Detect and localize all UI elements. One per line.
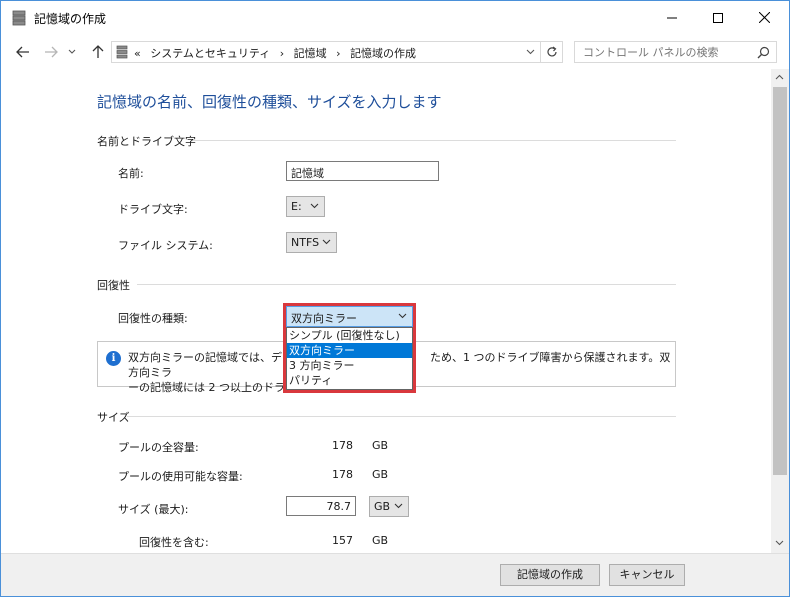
- navigation-bar: « システムとセキュリティ › 記憶域 › 記憶域の作成: [1, 36, 789, 68]
- storage-spaces-icon: [12, 10, 26, 26]
- chevron-down-icon: [322, 239, 331, 245]
- chevron-down-icon: [394, 503, 403, 509]
- recent-locations-button[interactable]: [65, 42, 79, 62]
- breadcrumb-separator[interactable]: ›: [280, 47, 284, 60]
- resiliency-type-options: シンプル (回復性なし) 双方向ミラー 3 方向ミラー パリティ: [286, 327, 413, 390]
- pool-available-label: プールの使用可能な容量:: [118, 470, 243, 483]
- pool-available-value: 178: [332, 468, 353, 481]
- vertical-scrollbar[interactable]: [771, 69, 789, 553]
- maximize-icon: [713, 12, 723, 23]
- scroll-down-icon[interactable]: [775, 540, 784, 546]
- minimize-icon: [667, 17, 677, 18]
- title-bar: 記憶域の作成: [1, 1, 789, 34]
- pool-total-unit: GB: [372, 439, 389, 452]
- close-icon: [758, 12, 770, 23]
- name-field[interactable]: 記憶域: [286, 161, 439, 181]
- size-unit-select[interactable]: GB: [369, 496, 409, 517]
- breadcrumb-item-system-security[interactable]: システムとセキュリティ: [150, 47, 270, 60]
- breadcrumb-item-storage-spaces[interactable]: 記憶域: [294, 47, 327, 60]
- file-system-label: ファイル システム:: [118, 239, 213, 252]
- forward-button[interactable]: [41, 42, 61, 62]
- pool-total-label: プールの全容量:: [118, 441, 199, 454]
- breadcrumb-overflow[interactable]: «: [134, 47, 141, 60]
- up-arrow-icon: [92, 45, 104, 58]
- file-system-select[interactable]: NTFS: [286, 232, 337, 253]
- option-parity[interactable]: パリティ: [287, 373, 412, 388]
- chevron-down-icon: [398, 313, 407, 319]
- chevron-down-icon[interactable]: [526, 49, 535, 55]
- drive-letter-select[interactable]: E:: [286, 196, 325, 217]
- resiliency-type-label: 回復性の種類:: [118, 312, 188, 325]
- maximize-button[interactable]: [695, 1, 741, 34]
- section-title-size: サイズ: [97, 411, 130, 424]
- back-button[interactable]: [13, 42, 33, 62]
- create-storage-button[interactable]: 記憶域の作成: [500, 564, 600, 586]
- breadcrumb-item-create-storage[interactable]: 記憶域の作成: [350, 47, 416, 60]
- chevron-down-icon: [68, 49, 76, 54]
- including-resiliency-unit: GB: [372, 534, 389, 547]
- including-resiliency-value: 157: [332, 534, 353, 547]
- chevron-down-icon: [310, 203, 319, 209]
- info-line-1: 双方向ミラーの記憶域では、データ: [128, 351, 304, 364]
- scroll-up-icon[interactable]: [775, 74, 784, 80]
- section-divider: [193, 140, 676, 141]
- info-icon: i: [106, 351, 121, 366]
- refresh-icon: [546, 46, 557, 57]
- pool-total-value: 178: [332, 439, 353, 452]
- close-button[interactable]: [741, 1, 787, 34]
- create-storage-space-window: 記憶域の作成 « システムとセキュリティ › 記憶域 › 記憶域の作成 コントロ…: [0, 0, 790, 597]
- search-icon[interactable]: [757, 46, 770, 59]
- resiliency-type-select[interactable]: 双方向ミラー: [286, 306, 413, 327]
- up-button[interactable]: [88, 42, 108, 62]
- refresh-button[interactable]: [541, 41, 563, 63]
- search-input[interactable]: [575, 42, 745, 62]
- cancel-button[interactable]: キャンセル: [609, 564, 685, 586]
- drive-letter-value: E:: [291, 200, 302, 213]
- including-resiliency-label: 回復性を含む:: [139, 536, 209, 549]
- section-divider: [137, 284, 676, 285]
- pool-available-unit: GB: [372, 468, 389, 481]
- section-title-name-drive: 名前とドライブ文字: [97, 135, 196, 148]
- file-system-value: NTFS: [291, 236, 320, 249]
- back-arrow-icon: [16, 46, 29, 58]
- breadcrumb: « システムとセキュリティ › 記憶域 › 記憶域の作成: [134, 45, 422, 61]
- footer-bar: 記憶域の作成 キャンセル: [1, 553, 789, 596]
- info-line-2: ーの記憶域には 2 つ以上のドライブ: [128, 381, 307, 394]
- minimize-button[interactable]: [649, 1, 695, 34]
- max-size-label: サイズ (最大):: [118, 503, 189, 516]
- name-label: 名前:: [118, 167, 144, 180]
- option-two-way-mirror[interactable]: 双方向ミラー: [287, 343, 412, 358]
- window-title: 記憶域の作成: [34, 12, 107, 26]
- section-divider: [127, 416, 676, 417]
- scroll-thumb[interactable]: [773, 87, 787, 475]
- search-box: [574, 41, 777, 63]
- drive-letter-label: ドライブ文字:: [118, 203, 188, 216]
- option-simple[interactable]: シンプル (回復性なし): [287, 328, 412, 343]
- breadcrumb-separator[interactable]: ›: [336, 47, 340, 60]
- page-title: 記憶域の名前、回復性の種類、サイズを入力します: [97, 93, 442, 111]
- section-title-resiliency: 回復性: [97, 279, 130, 292]
- forward-arrow-icon: [45, 46, 58, 58]
- address-box[interactable]: « システムとセキュリティ › 記憶域 › 記憶域の作成: [111, 41, 541, 63]
- resiliency-type-value: 双方向ミラー: [291, 312, 357, 325]
- option-three-way-mirror[interactable]: 3 方向ミラー: [287, 358, 412, 373]
- size-unit-value: GB: [374, 500, 391, 513]
- control-panel-icon: [116, 45, 128, 59]
- size-input[interactable]: 78.7: [286, 496, 356, 516]
